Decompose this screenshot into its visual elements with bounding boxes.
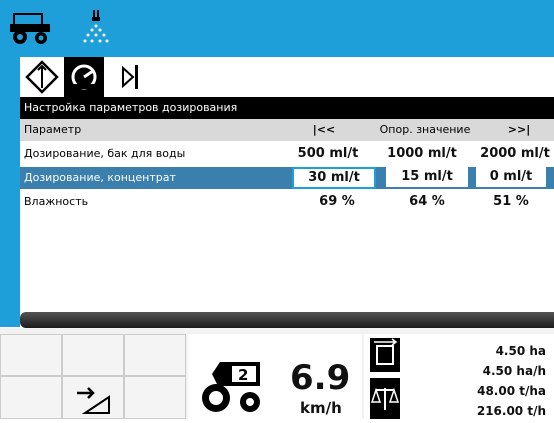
value-cell[interactable]: 0 ml/t [476,167,546,187]
field-area-icon [374,338,398,365]
dosing-panel: Настройка параметров дозирования Парамет… [20,97,554,312]
value-cell[interactable]: 1000 ml/t [372,143,472,165]
softkey-slot[interactable] [124,376,186,419]
horizontal-scrollbar[interactable] [20,312,554,328]
scale-weight-icon [370,387,400,410]
status-bar: 2 6.9 km/h 4.50 ha 4.50 ha/h 48.00 t/ha … [0,328,554,419]
area-rate-value: 4.50 ha/h [482,364,546,378]
value-cell[interactable]: 2000 ml/t [472,143,554,165]
prev-button[interactable]: |<< [294,119,354,141]
arrow-into-ramp-icon [77,387,110,414]
gauge-icon [71,64,97,90]
value-cell[interactable]: 64 % [386,191,468,213]
tab-gauge[interactable] [64,57,104,97]
softkey-enter[interactable] [62,376,124,419]
panel-title: Настройка параметров дозирования [20,97,554,119]
column-header-ref: Опор. значение [379,123,471,136]
table-row[interactable]: Влажность 69 % 64 % 51 % [20,191,554,213]
throughput-value: 216.00 t/h [476,404,546,418]
tab-direction[interactable] [22,57,62,97]
speed-value: 6.9 [290,358,351,398]
table-header: Параметр |<< Опор. значение >>| [20,119,554,141]
speed-unit: km/h [300,399,342,417]
gear-number: 2 [238,366,248,384]
softkey-slot[interactable] [124,334,186,376]
softkey-slot[interactable] [0,376,62,419]
next-button[interactable]: >>| [486,119,552,141]
row-label: Влажность [24,195,89,208]
value-cell[interactable]: 15 ml/t [386,167,468,187]
tab-bar [20,57,554,97]
diamond-arrows-icon [25,60,59,94]
value-cell[interactable]: 500 ml/t [290,143,366,165]
table-row-selected[interactable]: Дозирование, концентрат 30 ml/t 15 ml/t … [20,167,554,189]
weight-icon-box [370,378,400,419]
play-bar-icon [122,65,138,89]
left-edge [0,57,20,327]
top-toolbar [0,0,554,57]
value-cell-active[interactable]: 30 ml/t [292,167,376,189]
softkey-slot[interactable] [62,334,124,376]
speed-display: 2 6.9 km/h [188,334,362,419]
area-info: 4.50 ha 4.50 ha/h 48.00 t/ha 216.00 t/h [364,334,554,419]
row-label: Дозирование, бак для воды [24,147,186,160]
value-cell[interactable]: 51 % [476,191,546,213]
value-cell[interactable]: 69 % [302,191,372,213]
table-row[interactable]: Дозирование, бак для воды 500 ml/t 1000 … [20,143,554,165]
row-label: Дозирование, концентрат [24,171,176,184]
column-header-param: Параметр [24,123,82,136]
harvester-icon[interactable] [8,10,54,50]
area-icon-box [370,338,400,372]
softkey-slot[interactable] [0,334,62,376]
spray-icon[interactable] [82,8,112,52]
area-value: 4.50 ha [495,344,546,358]
tab-play[interactable] [110,57,150,97]
tractor-gear-icon: 2 [202,362,260,412]
yield-value: 48.00 t/ha [477,384,546,398]
